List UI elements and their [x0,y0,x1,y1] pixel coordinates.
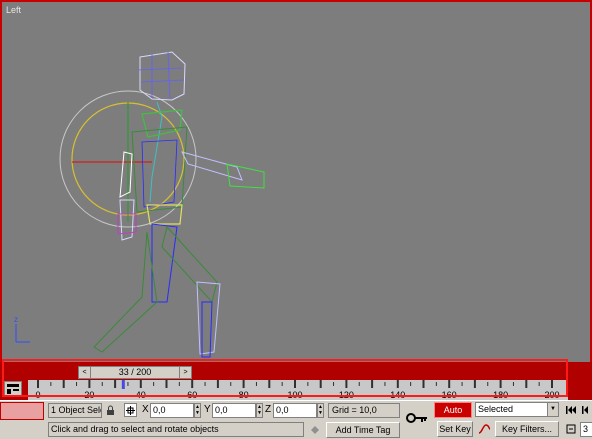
absolute-mode-icon[interactable] [124,403,137,417]
biped-figure[interactable]: z [2,2,590,362]
timeline-tick-label: 180 [493,390,508,400]
set-key-button[interactable]: Set Key [437,421,473,437]
timeline-track[interactable]: 0 20 40 60 80 100 120 140 160 180 200 [28,380,568,400]
maxscript-listener[interactable] [0,402,44,420]
timeline-tick-label: 120 [339,390,354,400]
timeline-tick-label: 200 [544,390,559,400]
chevron-down-icon[interactable]: ▼ [547,403,558,416]
default-tangent-icon[interactable] [476,421,492,437]
x-label: X [142,404,149,415]
key-set-value: Selected [478,404,514,414]
current-frame-marker[interactable] [121,380,125,389]
x-coordinate-field[interactable]: 0,0 [150,403,194,418]
timeline-tick-label: 80 [239,390,249,400]
go-to-start-icon[interactable] [564,403,578,417]
timeline-tick-label: 40 [136,390,146,400]
time-slider-label[interactable]: 33 / 200 [90,367,180,378]
track-view-toggle-icon[interactable] [4,381,22,397]
time-prev-button[interactable]: < [79,367,90,378]
auto-key-button[interactable]: Auto Key [434,402,472,429]
timeline-tick-label: 0 [35,390,40,400]
y-spinner[interactable]: ▲ ▼ [256,403,263,418]
timeline-tick-label: 140 [390,390,405,400]
key-set-dropdown[interactable]: Selected ▼ [475,402,559,417]
time-slider[interactable]: < 33 / 200 > [78,366,192,379]
app-root: Left z < 33 / 200 > 0 20 40 60 80 100 12… [0,0,592,439]
y-coordinate-field[interactable]: 0,0 [212,403,256,418]
z-coordinate-field[interactable]: 0,0 [273,403,317,418]
timeline-tick-label: 160 [442,390,457,400]
key-filters-button[interactable]: Key Filters... [495,421,559,437]
lock-selection-icon[interactable] [104,403,116,418]
z-spinner[interactable]: ▲ ▼ [317,403,324,418]
timeline-tick-label: 100 [287,390,302,400]
previous-frame-icon[interactable] [579,403,592,417]
timeline-tick-label: 60 [187,390,197,400]
timeline-ruler[interactable]: 0 20 40 60 80 100 120 140 160 180 200 [28,380,568,400]
x-spinner[interactable]: ▲ ▼ [194,403,201,418]
time-next-button[interactable]: > [180,367,191,378]
viewport-left[interactable]: Left z [0,0,592,364]
set-key-mode-key-icon[interactable] [404,406,430,430]
current-frame-field[interactable]: 3 [580,422,592,437]
y-label: Y [204,404,211,415]
selection-info: 1 Object Sele [48,403,102,418]
add-time-tag-button[interactable]: Add Time Tag [326,422,400,438]
key-mode-toggle-icon[interactable] [564,422,578,436]
svg-text:z: z [14,315,18,324]
timeline-tick-label: 20 [84,390,94,400]
z-label: Z [265,404,272,415]
prompt-line: Click and drag to select and rotate obje… [48,422,304,437]
grid-spacing: Grid = 10,0 [328,403,400,418]
head-mesh [139,51,186,101]
time-tag-icon[interactable] [308,422,322,437]
